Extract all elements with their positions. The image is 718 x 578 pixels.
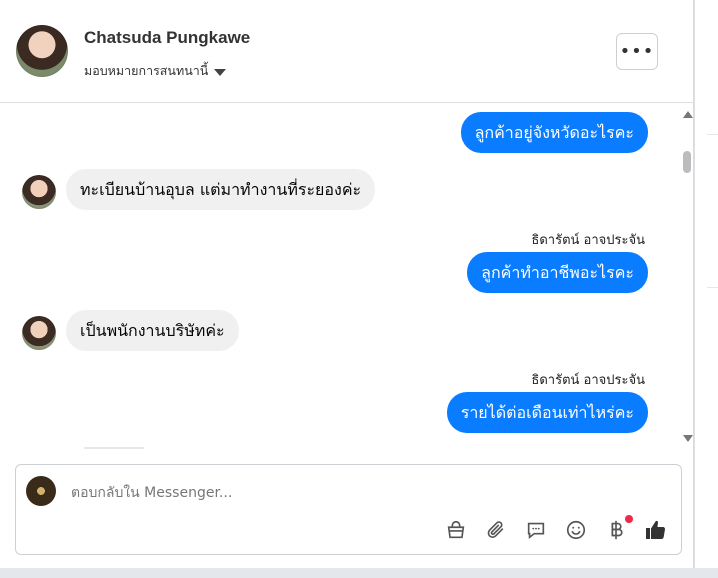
message-bubble-outgoing[interactable]: รายได้ต่อเดือนเท่าไหร่คะ — [446, 392, 648, 433]
scroll-down-icon[interactable] — [683, 435, 693, 442]
next-message-peek — [84, 447, 144, 449]
conversation-header: Chatsuda Pungkawe มอบหมายการสนทนานี้ ••• — [0, 0, 694, 103]
divider — [707, 287, 718, 288]
page-avatar — [26, 476, 56, 506]
more-options-button[interactable]: ••• — [616, 33, 658, 70]
contact-avatar-small — [22, 175, 56, 209]
baht-payment-icon[interactable] — [603, 515, 633, 543]
contact-avatar[interactable] — [16, 25, 68, 77]
right-edge-panel — [694, 0, 718, 578]
saved-reply-icon[interactable] — [523, 517, 549, 543]
like-icon[interactable] — [643, 517, 669, 543]
message-bubble-incoming[interactable]: ทะเบียนบ้านอุบล แต่มาทำงานที่ระยองค่ะ — [66, 169, 376, 210]
chevron-down-icon — [214, 68, 227, 76]
message-thread[interactable]: ลูกค้าอยู่จังหวัดอะไรคะ ทะเบียนบ้านอุบล … — [0, 103, 694, 459]
contact-name[interactable]: Chatsuda Pungkawe — [84, 28, 250, 48]
assign-label: มอบหมายการสนทนานี้ — [84, 63, 209, 78]
shop-icon[interactable] — [443, 517, 469, 543]
reply-composer — [15, 464, 682, 555]
composer-toolbar — [443, 515, 669, 543]
scroll-up-icon[interactable] — [683, 111, 693, 118]
reply-input[interactable] — [69, 480, 653, 506]
contact-avatar-small — [22, 316, 56, 350]
message-bubble-outgoing[interactable]: ลูกค้าอยู่จังหวัดอะไรคะ — [460, 112, 648, 153]
message-bubble-outgoing[interactable]: ลูกค้าทำอาชีพอะไรคะ — [467, 252, 648, 293]
conversation-panel: Chatsuda Pungkawe มอบหมายการสนทนานี้ •••… — [0, 0, 694, 568]
more-icon: ••• — [619, 41, 655, 62]
attach-icon[interactable] — [483, 517, 509, 543]
message-bubble-incoming[interactable]: เป็นพนักงานบริษัทค่ะ — [66, 310, 239, 351]
bottom-edge — [0, 568, 718, 578]
thread-scrollbar[interactable] — [680, 103, 694, 448]
sender-name: ธิดารัตน์ อาจประจัน — [531, 373, 645, 388]
divider — [707, 134, 718, 135]
assign-conversation-dropdown[interactable]: มอบหมายการสนทนานี้ — [84, 61, 227, 81]
scroll-thumb[interactable] — [683, 151, 691, 173]
emoji-icon[interactable] — [563, 517, 589, 543]
sender-name: ธิดารัตน์ อาจประจัน — [531, 233, 645, 248]
notification-dot — [625, 515, 633, 523]
